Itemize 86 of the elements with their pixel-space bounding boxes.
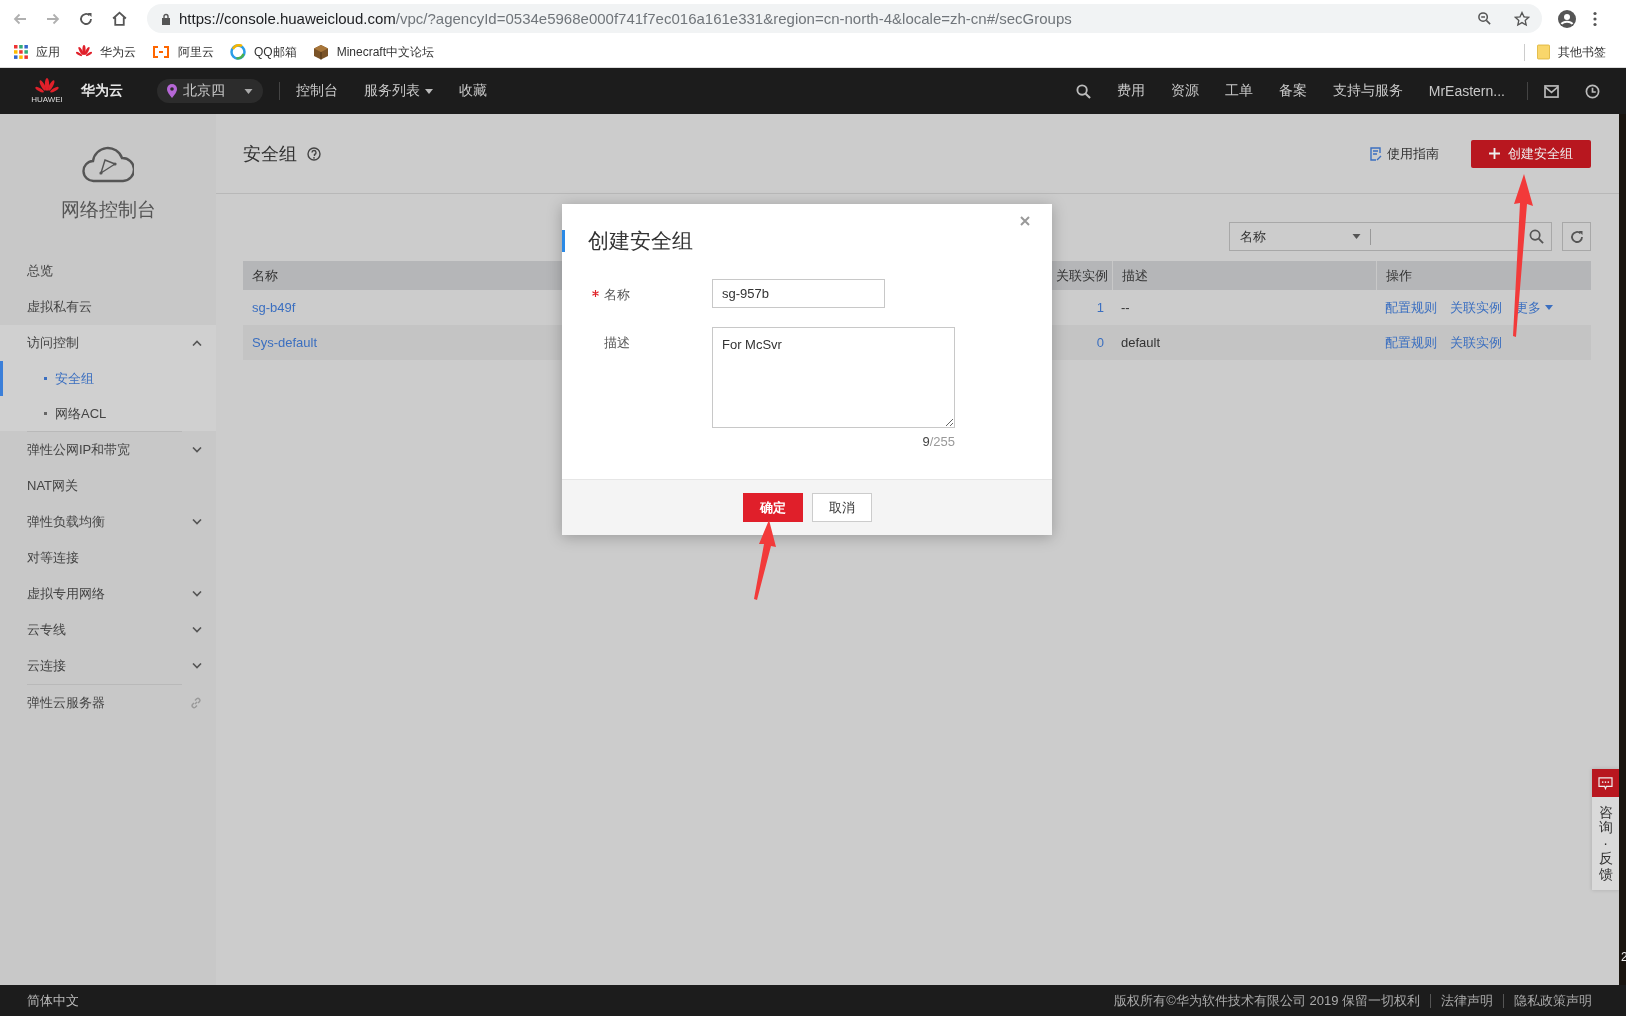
sidebar-item[interactable]: 对等连接 (0, 540, 216, 576)
petal-logo-icon (34, 78, 60, 95)
sidebar-item[interactable]: 弹性公网IP和带宽 (0, 432, 216, 468)
cloud-network-icon (82, 144, 134, 183)
chat-icon (1598, 776, 1613, 790)
feedback-tab[interactable]: 咨询·反馈 (1592, 769, 1619, 890)
footer-link[interactable]: 法律声明 (1441, 991, 1493, 1010)
menu-icon[interactable] (1593, 10, 1597, 27)
character-counter: 9/255 (922, 434, 955, 449)
bullet-icon (44, 412, 47, 415)
sidebar-subitem[interactable]: 网络ACL (0, 396, 216, 431)
sidebar-item[interactable]: 弹性负载均衡 (0, 504, 216, 540)
bookmark[interactable]: Minecraft中文论坛 (312, 43, 435, 61)
bookmark[interactable]: 应用 (14, 43, 60, 61)
column-header: 名称 (251, 266, 279, 285)
search-icon[interactable] (1075, 83, 1091, 99)
column-header: 描述 (1112, 261, 1376, 290)
table-cell: -- (1121, 300, 1130, 315)
account-icon[interactable] (1558, 9, 1576, 28)
bookmark[interactable]: 华为云 (76, 43, 136, 61)
bookmark-folder[interactable]: 其他书签 (1524, 43, 1606, 61)
caret-down-icon (1352, 234, 1361, 239)
user-name[interactable]: MrEastern... (1428, 83, 1505, 99)
sidebar-item[interactable]: 弹性云服务器 (0, 685, 216, 721)
refresh-icon (1568, 228, 1585, 245)
language-link[interactable]: 简体中文 (27, 991, 79, 1010)
sidebar-item[interactable]: 云连接 (0, 648, 216, 684)
url-text: https://console.huaweicloud.com/vpc/?agencyId=0534e5968e000f741f7ec016a161e331&region=cn-north-4&locale=zh-cn#/secGroups (179, 10, 1073, 27)
star-icon[interactable] (1514, 10, 1530, 27)
sidebar-item[interactable]: 访问控制 (0, 325, 216, 361)
field-label: 名称 (604, 286, 630, 304)
zoom-out-icon[interactable] (1477, 11, 1492, 26)
address-bar[interactable]: https://console.huaweicloud.com/vpc/?agencyId=0534e5968e000f741f7ec016a161e331&region=cn-north-4&locale=zh-cn#/secGroups (147, 4, 1542, 33)
region-select[interactable]: 北京四 (157, 79, 263, 103)
footer-link[interactable]: 隐私政策声明 (1514, 991, 1592, 1010)
plus-icon (1489, 148, 1500, 159)
console-title: 网络控制台 (60, 197, 156, 222)
bullet-icon (44, 377, 47, 380)
sidebar-item[interactable]: 云专线 (0, 612, 216, 648)
name-field[interactable]: sg-957b (712, 279, 885, 308)
guide-link[interactable]: 使用指南 (1370, 144, 1439, 163)
brand-name: 华为云 (81, 82, 123, 100)
sidebar-item[interactable]: NAT网关 (0, 468, 216, 504)
copyright-text: 版权所有©华为软件技术有限公司 2019 保留一切权利 (1114, 991, 1420, 1010)
home-icon[interactable] (111, 10, 128, 27)
nav-link[interactable]: 费用 (1116, 82, 1145, 100)
apps-grid-icon (14, 45, 28, 59)
folder-icon (1537, 44, 1550, 60)
nav-link[interactable]: 备案 (1278, 82, 1307, 100)
petal-logo-icon (76, 45, 92, 59)
bookmark[interactable]: 阿里云 (152, 43, 214, 61)
dialog-title: 创建安全组 (588, 228, 693, 254)
nav-link[interactable]: 收藏 (459, 82, 487, 100)
sidebar-item[interactable]: 虚拟私有云 (0, 289, 216, 325)
ring-logo-icon (230, 44, 246, 60)
description-field[interactable]: For McSvr (712, 327, 955, 428)
create-button[interactable]: 创建安全组 (1471, 139, 1591, 168)
reload-icon[interactable] (78, 10, 94, 27)
nav-link[interactable]: 服务列表 (364, 82, 433, 100)
cancel-button[interactable]: 取消 (811, 493, 872, 522)
table-cell: default (1121, 335, 1161, 350)
nav-link[interactable]: 支持与服务 (1332, 82, 1403, 100)
mail-icon[interactable] (1544, 84, 1559, 98)
filter-select[interactable]: 名称 (1229, 222, 1371, 251)
sidebar-item[interactable]: 总览 (0, 253, 216, 289)
link-icon (190, 697, 202, 709)
document-edit-icon (1370, 146, 1382, 161)
clock-icon[interactable] (1585, 83, 1600, 99)
search-icon (1528, 229, 1544, 244)
nav-link[interactable]: 资源 (1170, 82, 1199, 100)
refresh-button[interactable] (1562, 222, 1591, 251)
page-title: 安全组 (243, 142, 297, 166)
close-icon[interactable] (1020, 216, 1030, 226)
confirm-button[interactable]: 确定 (742, 493, 803, 522)
field-label: 描述 (604, 334, 630, 352)
nav-link[interactable]: 控制台 (296, 82, 338, 100)
bracket-logo-icon (152, 46, 170, 58)
location-pin-icon (167, 84, 177, 98)
logo[interactable]: HUAWEI (27, 78, 67, 104)
block-icon (312, 44, 329, 60)
help-icon[interactable] (307, 146, 321, 161)
lock-icon (161, 12, 171, 25)
sidebar-item[interactable]: 虚拟专用网络 (0, 576, 216, 612)
bookmark[interactable]: QQ邮箱 (230, 43, 297, 61)
caret-down-icon (244, 88, 253, 94)
nav-link[interactable]: 工单 (1224, 82, 1253, 100)
